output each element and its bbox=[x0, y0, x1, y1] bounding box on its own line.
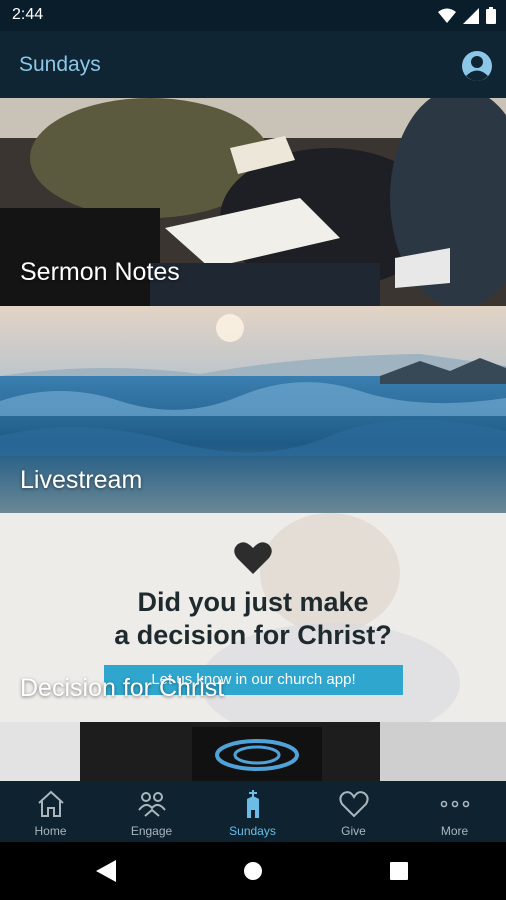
app-bar: Sundays bbox=[0, 31, 506, 98]
bottom-nav: Home Engage Sundays Give More bbox=[0, 781, 506, 842]
status-icons bbox=[438, 7, 496, 24]
nav-sundays[interactable]: Sundays bbox=[202, 781, 303, 842]
card-decision-for-christ[interactable]: Did you just make a decision for Christ?… bbox=[0, 513, 506, 722]
nav-give-label: Give bbox=[341, 824, 366, 838]
promo-title-line1: Did you just make bbox=[137, 587, 369, 617]
nav-more-label: More bbox=[440, 824, 469, 838]
battery-icon bbox=[486, 7, 496, 24]
back-icon[interactable] bbox=[96, 860, 116, 882]
card-label: Livestream bbox=[20, 466, 143, 494]
status-time: 2:44 bbox=[12, 6, 44, 23]
home-icon bbox=[38, 790, 64, 817]
promo-title-line2: a decision for Christ? bbox=[114, 620, 392, 650]
church-icon bbox=[247, 790, 259, 818]
nav-engage-label: Engage bbox=[130, 824, 173, 838]
partial-card-image bbox=[0, 722, 506, 781]
page-title: Sundays bbox=[19, 53, 101, 76]
nav-home-label: Home bbox=[34, 824, 67, 838]
heart-icon bbox=[234, 542, 272, 574]
wifi-icon bbox=[438, 8, 456, 23]
card-sermon-notes[interactable]: Sermon Notes bbox=[0, 98, 506, 306]
heart-icon bbox=[339, 791, 369, 818]
nav-give[interactable]: Give bbox=[303, 781, 404, 842]
card-label: Decision for Christ bbox=[20, 674, 225, 702]
system-nav-bar bbox=[0, 842, 506, 900]
status-bar: 2:44 bbox=[0, 0, 506, 31]
more-icon bbox=[440, 800, 470, 808]
signal-icon bbox=[463, 7, 479, 24]
card-livestream[interactable]: Livestream bbox=[0, 306, 506, 513]
home-circle-icon[interactable] bbox=[243, 861, 263, 881]
people-icon bbox=[138, 792, 166, 817]
profile-icon[interactable] bbox=[461, 50, 493, 82]
nav-home[interactable]: Home bbox=[0, 781, 101, 842]
nav-engage[interactable]: Engage bbox=[101, 781, 202, 842]
card-label: Sermon Notes bbox=[20, 258, 180, 286]
recents-icon[interactable] bbox=[390, 862, 408, 880]
nav-more[interactable]: More bbox=[404, 781, 505, 842]
nav-sundays-label: Sundays bbox=[229, 824, 276, 838]
card-partial[interactable] bbox=[0, 722, 506, 781]
